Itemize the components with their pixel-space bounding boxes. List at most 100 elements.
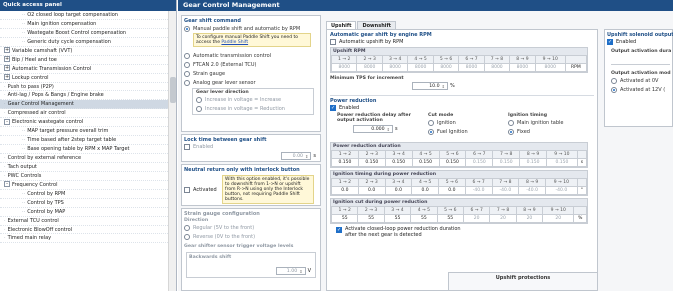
tree-item[interactable]: ·· Control by TPS xyxy=(0,199,176,208)
tree-item[interactable]: ·· O2 closed loop target compensation xyxy=(0,11,176,20)
radio-analog-lever[interactable]: Analog gear lever sensor xyxy=(184,78,318,87)
tree-item[interactable]: - Frequency Control xyxy=(0,181,176,190)
table-cell[interactable]: 55 xyxy=(330,214,359,223)
table-cell[interactable]: 55 xyxy=(436,214,464,223)
tree-item[interactable]: · Timed main relay xyxy=(0,234,176,244)
table-cell[interactable]: 20 xyxy=(489,214,517,223)
min-tps-input[interactable]: 10.0 ⇕ xyxy=(412,82,448,90)
spinner-arrows-icon[interactable]: ⇕ xyxy=(305,154,308,159)
tree-item[interactable]: · Electronic BlowOff control xyxy=(0,226,176,235)
tree-item[interactable]: + Lockup control xyxy=(0,74,176,83)
auto-upshift-checkbox[interactable]: Automatic upshift by RPM xyxy=(330,38,594,46)
expand-icon[interactable]: + xyxy=(4,74,10,81)
table-cell[interactable]: -40.0 xyxy=(518,186,546,195)
table-cell[interactable]: -40.0 xyxy=(491,186,520,195)
table-cell[interactable]: 8000 xyxy=(330,63,358,72)
radio-fixed[interactable]: Fixed xyxy=(508,127,588,136)
tab-upshift[interactable]: Upshift xyxy=(326,21,357,29)
table-cell[interactable]: 0.0 xyxy=(384,186,413,195)
table-cell[interactable]: 8000 xyxy=(407,63,434,72)
paddle-shift-link[interactable]: Paddle Shift xyxy=(221,40,248,45)
table-cell[interactable]: 0.150 xyxy=(331,158,359,167)
table-cell[interactable]: 0.150 xyxy=(384,158,413,167)
table-cell[interactable]: 55 xyxy=(357,214,385,223)
table-cell[interactable]: 8000 xyxy=(356,63,383,72)
tree-item[interactable]: ·· MAP target pressure overall trim xyxy=(0,127,176,137)
collapse-icon[interactable]: - xyxy=(4,118,10,125)
spinner-arrows-icon[interactable]: ⇕ xyxy=(442,84,445,89)
radio-regular[interactable]: Regular (5V to the front) xyxy=(184,223,318,232)
radio-main-ignition-table[interactable]: Main ignition table xyxy=(508,118,588,127)
table-cell[interactable]: 0.150 xyxy=(357,158,386,167)
table-cell[interactable]: -40.0 xyxy=(464,186,493,195)
radio-ftcan[interactable]: FTCAN 2.0 (External TCU) xyxy=(184,60,318,69)
tree-item[interactable]: · Push to pass (P2P) xyxy=(0,83,176,92)
table-cell[interactable]: 8000 xyxy=(483,63,511,72)
table-cell[interactable]: 8000 xyxy=(458,63,485,72)
tree-item[interactable]: ·· Control by RPM xyxy=(0,190,176,199)
lock-time-input[interactable]: 0.00 ⇕ xyxy=(281,152,312,160)
radio-dir-increase[interactable]: Increase in voltage = Increase xyxy=(196,95,310,104)
tree-item[interactable]: · Anti-lag / Pops & Bangs / Engine brake xyxy=(0,91,176,101)
expand-icon[interactable]: + xyxy=(4,56,10,63)
tree-item[interactable]: · PWC Controls xyxy=(0,172,176,181)
radio-cut-fuel-ignition[interactable]: Fuel Ignition xyxy=(428,127,508,136)
table-cell[interactable]: 20 xyxy=(515,214,544,223)
table-cell[interactable]: 20 xyxy=(462,214,491,223)
spinner-arrows-icon[interactable]: ⇕ xyxy=(299,269,302,274)
table-cell[interactable]: 0.150 xyxy=(438,158,467,167)
table-cell[interactable]: 55 xyxy=(383,214,412,223)
radio-dir-reduction[interactable]: Increase in voltage = Reduction xyxy=(196,104,310,113)
backwards-input[interactable]: 1.00 ⇕ xyxy=(275,267,306,275)
delay-input[interactable]: 0.000 ⇕ xyxy=(353,125,393,133)
tree-item[interactable]: - Electronic wastegate control xyxy=(0,118,176,128)
table-cell[interactable]: 8000 xyxy=(381,63,409,72)
table-cell[interactable]: 8000 xyxy=(509,63,536,72)
tree-item[interactable]: · Tach output xyxy=(0,163,176,172)
table-cell[interactable]: 8000 xyxy=(432,63,460,72)
neutral-activated-checkbox[interactable]: Activated xyxy=(184,186,222,194)
radio-strain-gauge[interactable]: Strain gauge xyxy=(184,69,318,78)
tree-item[interactable]: + Bip / Heel and toe xyxy=(0,56,176,65)
solenoid-enabled-checkbox[interactable]: ✓ Enabled xyxy=(607,38,670,46)
tree-item[interactable]: + Automatic Transmission Control xyxy=(0,65,176,74)
lock-time-enabled-checkbox[interactable]: Enabled xyxy=(184,143,318,151)
expand-icon[interactable]: + xyxy=(4,65,10,72)
tree-item[interactable]: + Variable camshaft (VVT) xyxy=(0,47,176,56)
table-cell[interactable]: -40.0 xyxy=(545,186,578,195)
closed-loop-checkbox[interactable]: ✓ Activate closed-loop power reduction d… xyxy=(336,226,594,238)
tree-item[interactable]: ·· Time based after 2step target table xyxy=(0,136,176,146)
table-cell[interactable]: 0.150 xyxy=(519,158,547,167)
table-cell[interactable]: 8000 xyxy=(534,63,566,72)
tree-item[interactable]: · External TCU control xyxy=(0,217,176,226)
radio-activated-12v[interactable]: Activated at 12V ( xyxy=(611,85,670,94)
radio-manual-paddle[interactable]: Manual paddle shift and automatic by RPM xyxy=(184,24,318,33)
table-cell[interactable]: 55 xyxy=(410,214,438,223)
table-cell[interactable]: 0.0 xyxy=(357,186,386,195)
table-cell[interactable]: 0.150 xyxy=(465,158,494,167)
table-cell[interactable]: 0.150 xyxy=(492,158,521,167)
tree-item[interactable]: ·· Main ignition compensation xyxy=(0,20,176,29)
tree-item[interactable]: ·· Wastegate Boost Control compensation xyxy=(0,29,176,38)
radio-activated-0v[interactable]: Activated at 0V xyxy=(611,76,670,85)
tree-item[interactable]: · Control by external reference xyxy=(0,154,176,163)
scrollbar-thumb[interactable] xyxy=(170,77,176,103)
spinner-arrows-icon[interactable]: ⇕ xyxy=(387,127,390,132)
power-reduction-enabled-checkbox[interactable]: ✓ Enabled xyxy=(330,104,594,112)
table-cell[interactable]: 0.0 xyxy=(438,186,466,195)
collapse-icon[interactable]: - xyxy=(4,181,10,188)
table-cell[interactable]: 0.150 xyxy=(411,158,440,167)
table-cell[interactable]: 20 xyxy=(542,214,575,223)
tab-downshift[interactable]: Downshift xyxy=(357,21,397,29)
tree-item[interactable]: ·· Base opening table by RPM x MAP Target xyxy=(0,145,176,154)
table-cell[interactable]: 0.0 xyxy=(411,186,439,195)
tree-item[interactable]: ·· Generic duty cycle compensation xyxy=(0,38,176,47)
tree-item[interactable]: ·· Control by MAP xyxy=(0,208,176,217)
table-cell[interactable]: 0.150 xyxy=(546,158,578,167)
radio-reverse[interactable]: Reverse (0V to the front) xyxy=(184,232,318,241)
radio-cut-ignition[interactable]: Ignition xyxy=(428,118,508,127)
radio-automatic-transmission[interactable]: Automatic transmission control xyxy=(184,51,318,60)
expand-icon[interactable]: + xyxy=(4,47,10,54)
tree-item[interactable]: · Compressed air control xyxy=(0,109,176,119)
tree-item[interactable]: · Gear Control Management xyxy=(0,100,176,110)
